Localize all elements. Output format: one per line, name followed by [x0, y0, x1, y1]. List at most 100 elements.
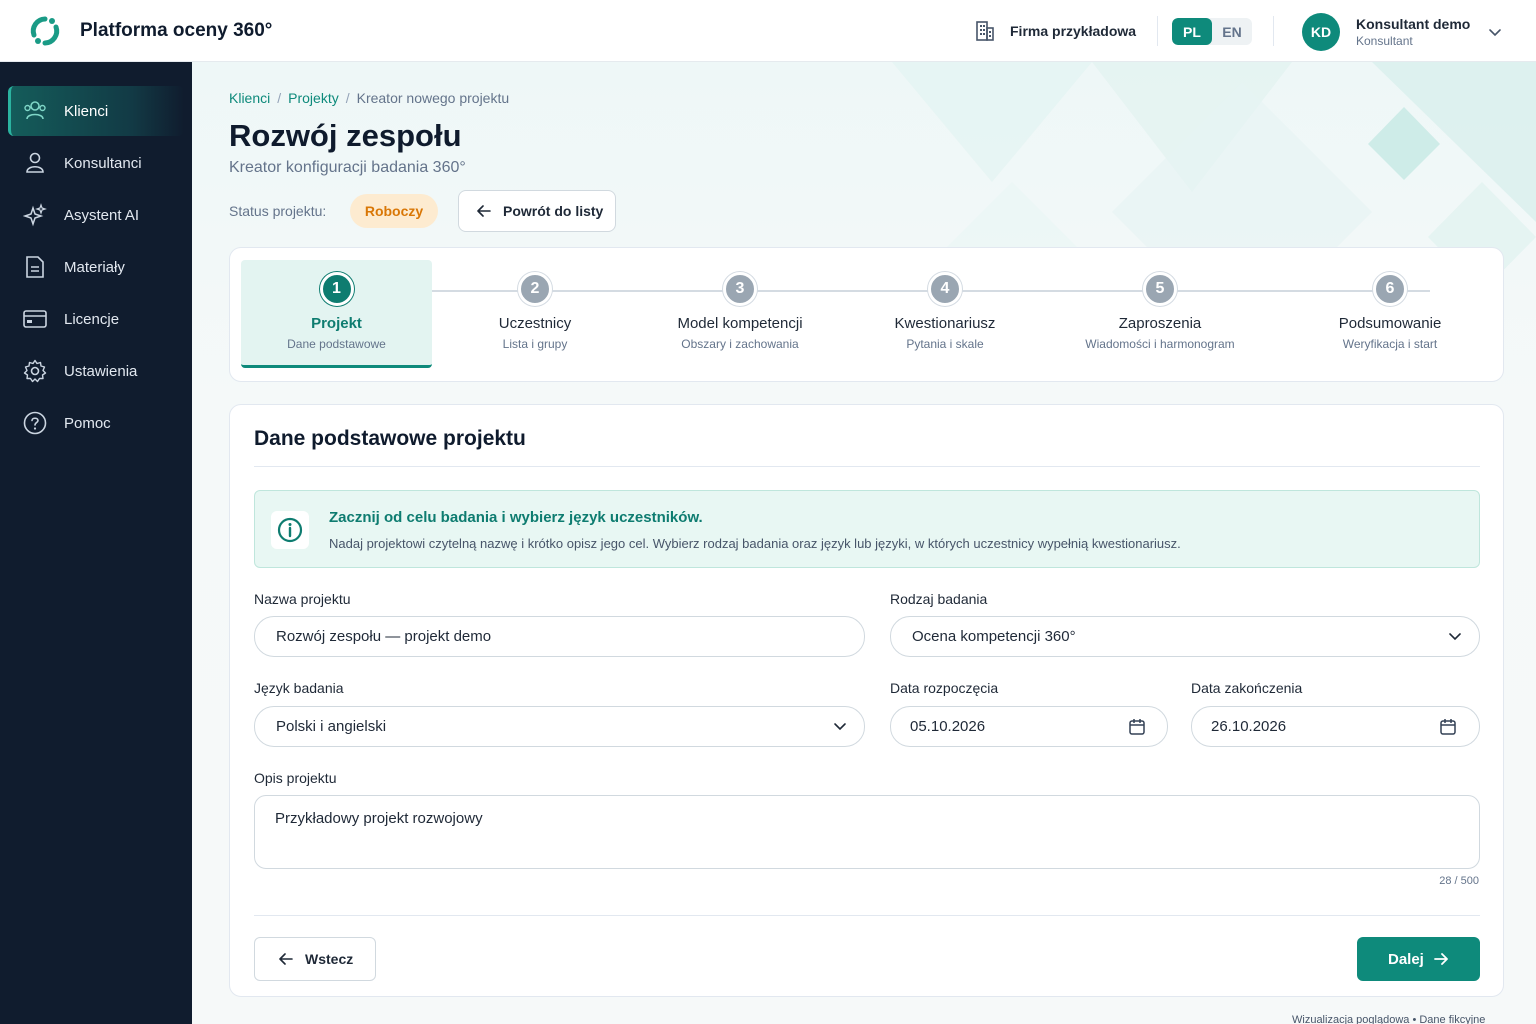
sidebar-item-label: Ustawienia	[64, 362, 138, 380]
step-number: 5	[1143, 272, 1177, 306]
breadcrumb-separator: /	[277, 90, 282, 106]
back-button[interactable]: Wstecz	[254, 937, 376, 981]
step-subtitle: Obszary i zachowania	[681, 337, 799, 351]
arrow-left-icon	[477, 205, 491, 217]
end-date-value: 26.10.2026	[1211, 718, 1287, 735]
lang-en-button[interactable]: EN	[1212, 18, 1252, 45]
step-title: Kwestionariusz	[894, 315, 996, 332]
step-subtitle: Dane podstawowe	[287, 337, 386, 351]
step-title: Uczestnicy	[498, 315, 572, 332]
arrow-left-icon	[279, 953, 293, 965]
step-model-kompetencji[interactable]: 3 Model kompetencji Obszary i zachowania	[650, 260, 830, 368]
study-type-value: Ocena kompetencji 360°	[912, 628, 1076, 645]
info-banner: Zacznij od celu badania i wybierz język …	[254, 490, 1480, 568]
chevron-down-icon[interactable]	[1488, 25, 1502, 39]
user-role: Konsultant	[1356, 34, 1413, 48]
language-select[interactable]: Polski i angielski	[254, 706, 865, 747]
divider	[1273, 16, 1274, 46]
arrow-right-icon	[1433, 953, 1448, 965]
divider	[254, 915, 1480, 916]
footnote: Wizualizacja poglądowa • Dane fikcyjne	[1292, 1014, 1486, 1024]
breadcrumb-separator: /	[345, 90, 350, 106]
breadcrumb-link-projekty[interactable]: Projekty	[288, 90, 339, 106]
step-subtitle: Lista i grupy	[502, 337, 568, 351]
step-title: Model kompetencji	[677, 315, 803, 332]
wizard-stepper: 1 Projekt Dane podstawowe 2 Uczestnicy L…	[229, 247, 1504, 382]
step-kwestionariusz[interactable]: 4 Kwestionariusz Pytania i skale	[865, 260, 1025, 368]
sidebar-item-pomoc[interactable]: Pomoc	[8, 398, 184, 448]
sidebar-item-label: Materiały	[64, 258, 125, 276]
document-icon	[22, 255, 48, 279]
breadcrumb: Klienci / Projekty / Kreator nowego proj…	[229, 90, 509, 106]
sidebar-item-materialy[interactable]: Materiały	[8, 242, 184, 292]
end-date-label: Data zakończenia	[1191, 680, 1303, 696]
description-textarea[interactable]: Przykładowy projekt rozwojowy	[254, 795, 1480, 869]
breadcrumb-link-klienci[interactable]: Klienci	[229, 90, 270, 106]
calendar-icon[interactable]	[1439, 718, 1457, 736]
start-date-label: Data rozpoczęcia	[890, 680, 999, 696]
user-menu[interactable]: KD Konsultant demo Konsultant	[1302, 13, 1501, 51]
info-title: Zacznij od celu badania i wybierz język …	[329, 509, 703, 526]
user-name: Konsultant demo	[1356, 16, 1471, 32]
logo-icon	[30, 16, 60, 46]
company-name: Firma przykładowa	[1010, 23, 1137, 39]
step-number: 6	[1373, 272, 1407, 306]
start-date-input[interactable]: 05.10.2026	[890, 706, 1168, 747]
sidebar-item-label: Konsultanci	[64, 154, 142, 172]
sidebar-item-ustawienia[interactable]: Ustawienia	[8, 346, 184, 396]
breadcrumb-current: Kreator nowego projektu	[356, 90, 510, 106]
step-title: Podsumowanie	[1338, 315, 1442, 332]
step-podsumowanie[interactable]: 6 Podsumowanie Weryfikacja i start	[1310, 260, 1470, 368]
next-button[interactable]: Dalej	[1357, 937, 1480, 981]
gear-icon	[22, 359, 48, 383]
step-title: Zaproszenia	[1118, 315, 1202, 332]
calendar-icon[interactable]	[1128, 718, 1146, 736]
building-icon	[976, 21, 994, 41]
sidebar-item-label: Asystent AI	[64, 206, 140, 224]
step-projekt[interactable]: 1 Projekt Dane podstawowe	[241, 260, 432, 368]
step-number: 2	[518, 272, 552, 306]
brand[interactable]: Platforma oceny 360°	[28, 14, 272, 48]
start-date-value: 05.10.2026	[910, 718, 986, 735]
project-form-card: Dane podstawowe projektu Zacznij od celu…	[229, 404, 1504, 997]
sidebar: Klienci Konsultanci Asystent AI Materiał…	[0, 62, 192, 1024]
step-zaproszenia[interactable]: 5 Zaproszenia Wiadomości i harmonogram	[1060, 260, 1260, 368]
avatar: KD	[1302, 13, 1340, 51]
step-number: 4	[928, 272, 962, 306]
description-label: Opis projektu	[254, 770, 337, 786]
user-icon	[22, 151, 48, 175]
chevron-down-icon	[834, 723, 846, 731]
step-uczestnicy[interactable]: 2 Uczestnicy Lista i grupy	[455, 260, 615, 368]
help-icon	[22, 411, 48, 435]
app-name: Platforma oceny 360°	[80, 20, 273, 41]
sidebar-item-klienci[interactable]: Klienci	[8, 86, 184, 136]
step-number: 1	[319, 272, 354, 306]
info-text: Nadaj projektowi czytelną nazwę i krótko…	[329, 536, 1181, 551]
step-subtitle: Weryfikacja i start	[1342, 337, 1438, 351]
back-to-list-label: Powrót do listy	[503, 203, 604, 219]
study-type-select[interactable]: Ocena kompetencji 360°	[890, 616, 1480, 657]
language-label: Język badania	[254, 680, 344, 696]
back-to-list-button[interactable]: Powrót do listy	[458, 190, 616, 232]
lang-pl-button[interactable]: PL	[1172, 18, 1212, 45]
company-switcher[interactable]: Firma przykładowa	[974, 20, 1136, 42]
chevron-down-icon	[1449, 633, 1461, 641]
sidebar-item-label: Klienci	[64, 102, 109, 120]
sidebar-item-label: Licencje	[64, 310, 120, 328]
info-icon	[271, 511, 309, 549]
back-button-label: Wstecz	[305, 951, 354, 967]
main-content: Klienci / Projekty / Kreator nowego proj…	[192, 62, 1536, 1024]
next-button-label: Dalej	[1388, 950, 1424, 968]
study-type-label: Rodzaj badania	[890, 591, 988, 607]
project-name-input[interactable]: Rozwój zespołu — projekt demo	[254, 616, 865, 657]
step-subtitle: Pytania i skale	[906, 337, 984, 351]
language-switch[interactable]: PL EN	[1172, 18, 1252, 45]
step-number: 3	[723, 272, 757, 306]
end-date-input[interactable]: 26.10.2026	[1191, 706, 1480, 747]
top-bar: Platforma oceny 360° Firma przykładowa P…	[0, 0, 1536, 62]
sidebar-item-konsultanci[interactable]: Konsultanci	[8, 138, 184, 188]
status-badge: Roboczy	[350, 194, 438, 228]
sidebar-item-asystent-ai[interactable]: Asystent AI	[8, 190, 184, 240]
sidebar-item-licencje[interactable]: Licencje	[8, 294, 184, 344]
status-label: Status projektu:	[229, 203, 327, 219]
